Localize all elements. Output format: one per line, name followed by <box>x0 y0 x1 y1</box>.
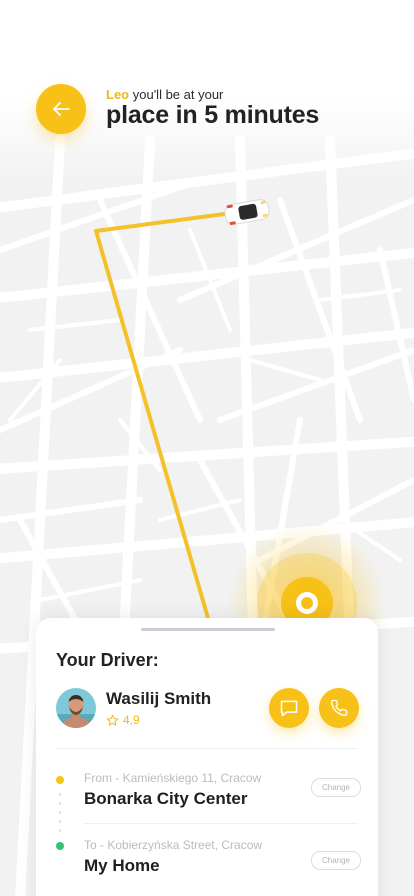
phone-icon <box>330 699 348 717</box>
avatar-image <box>56 688 96 728</box>
app-screen: Leo you'll be at your place in 5 minutes… <box>0 0 414 896</box>
rating-value: 4,9 <box>123 713 140 727</box>
change-from-button[interactable]: Change <box>311 778 361 797</box>
eta-subtitle-text: you'll be at your <box>129 87 224 102</box>
divider <box>84 823 358 824</box>
driver-sheet: Your Driver: Wasilij Smith 4,9 From - Ka… <box>36 618 378 896</box>
to-place: My Home <box>84 856 160 875</box>
arrow-left-icon <box>53 102 70 116</box>
driver-rating: 4,9 <box>106 713 140 727</box>
from-address: From - Kamieńskiego 11, Cracow <box>84 771 262 785</box>
sheet-handle[interactable] <box>141 628 275 631</box>
from-dot <box>56 776 64 784</box>
chat-button[interactable] <box>269 688 309 728</box>
to-address: To - Kobierzyńska Street, Cracow <box>84 838 263 852</box>
eta-subtitle: Leo you'll be at your <box>106 87 223 102</box>
to-dot <box>56 842 64 850</box>
divider <box>56 748 358 749</box>
back-button[interactable] <box>36 84 86 134</box>
driver-name: Wasilij Smith <box>106 689 212 708</box>
route-connector <box>59 790 61 834</box>
from-place: Bonarka City Center <box>84 789 248 808</box>
sheet-title: Your Driver: <box>56 650 159 670</box>
change-to-button[interactable]: Change <box>311 851 361 870</box>
avatar <box>56 688 96 728</box>
call-button[interactable] <box>319 688 359 728</box>
star-icon <box>106 714 119 726</box>
user-name: Leo <box>106 87 130 102</box>
eta-title: place in 5 minutes <box>106 101 320 129</box>
chat-icon <box>280 700 298 717</box>
